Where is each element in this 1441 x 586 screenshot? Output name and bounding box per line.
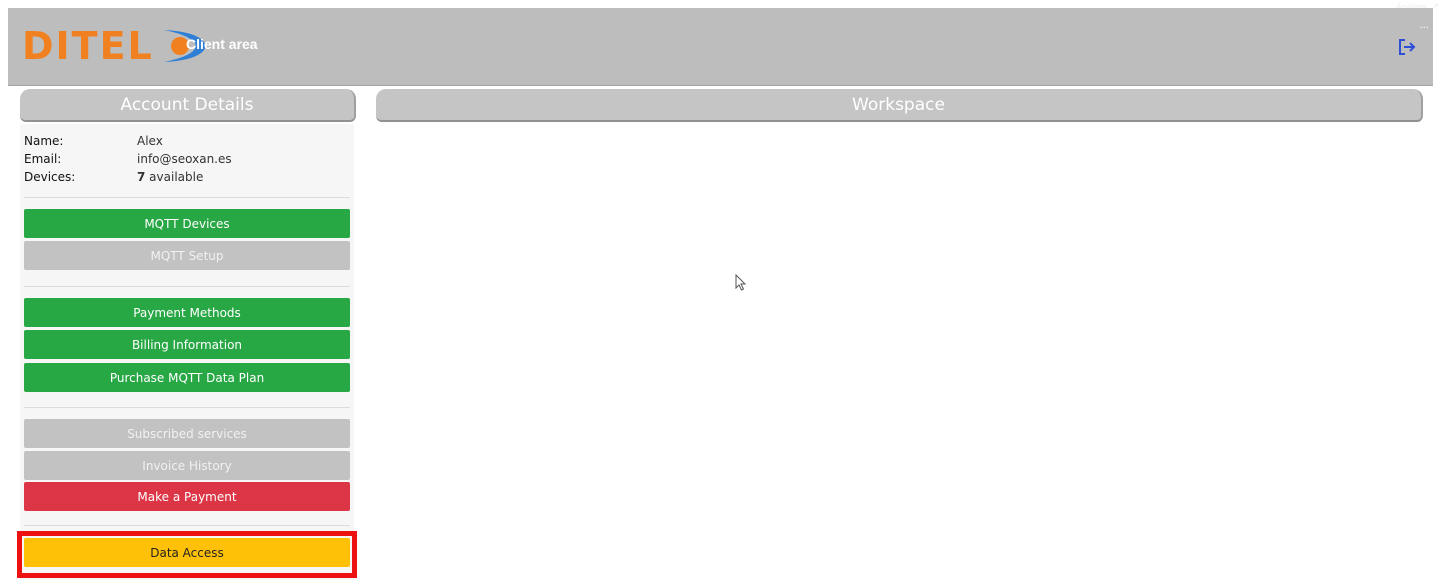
divider: [24, 525, 350, 526]
account-details-header: Account Details: [20, 89, 356, 122]
mqtt-devices-button[interactable]: MQTT Devices: [24, 209, 350, 238]
make-payment-button[interactable]: Make a Payment: [24, 482, 350, 511]
invoice-history-button[interactable]: Invoice History: [24, 451, 350, 480]
devices-row: Devices: 7 available: [24, 168, 232, 186]
email-value: info@seoxan.es: [137, 152, 232, 166]
devices-suffix: available: [145, 170, 204, 184]
client-area-title: Client area: [186, 36, 258, 52]
workspace-header: Workspace: [376, 89, 1423, 122]
mqtt-setup-button[interactable]: MQTT Setup: [24, 241, 350, 270]
divider: [24, 197, 350, 198]
name-row: Name: Alex: [24, 132, 232, 150]
name-label: Name:: [24, 134, 64, 148]
window-top-strip: [0, 0, 1441, 8]
account-sidebar: Name: Alex Email: info@seoxan.es Devices…: [20, 124, 354, 580]
email-row: Email: info@seoxan.es: [24, 150, 232, 168]
logout-icon[interactable]: [1397, 38, 1417, 56]
subscribed-services-button[interactable]: Subscribed services: [24, 419, 350, 448]
account-details: Name: Alex Email: info@seoxan.es Devices…: [24, 132, 232, 186]
devices-value: 7 available: [137, 170, 203, 184]
purchase-mqtt-plan-button[interactable]: Purchase MQTT Data Plan: [24, 363, 350, 392]
payment-methods-button[interactable]: Payment Methods: [24, 298, 350, 327]
more-dots-icon[interactable]: ...: [1419, 20, 1429, 31]
app-header: DITEL Client area ...: [8, 8, 1433, 86]
ditel-logo[interactable]: DITEL: [22, 26, 210, 66]
logo-text: DITEL: [22, 24, 154, 68]
email-label: Email:: [24, 152, 62, 166]
billing-information-button[interactable]: Billing Information: [24, 330, 350, 359]
name-value: Alex: [137, 134, 163, 148]
divider: [24, 407, 350, 408]
divider: [24, 286, 350, 287]
highlight-box: [17, 531, 357, 578]
devices-label: Devices:: [24, 170, 76, 184]
mouse-cursor-icon: [735, 274, 747, 291]
